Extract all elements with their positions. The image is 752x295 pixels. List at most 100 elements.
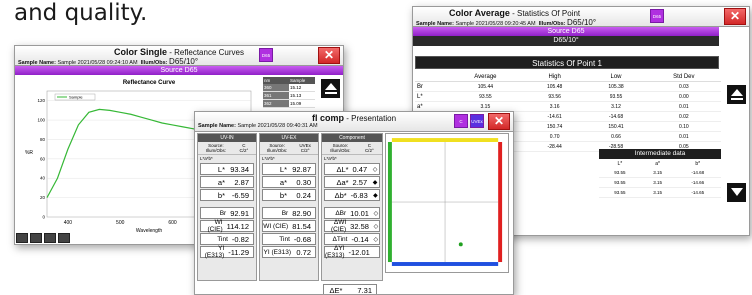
value-row: Δa* 2.57 ◆	[324, 176, 380, 188]
close-button[interactable]: ✕	[318, 47, 340, 64]
table-row: a* 3.15 3.16 3.12 0.01	[415, 101, 721, 112]
table-row: L* 93.55 93.56 93.55 0.00	[415, 91, 721, 102]
sample-point	[458, 242, 463, 247]
value-row: ΔYI (E313) -12.01	[324, 245, 380, 259]
toolbar-button[interactable]	[30, 233, 42, 243]
toolbar-button[interactable]	[16, 233, 28, 243]
scroll-up-button[interactable]	[727, 85, 746, 104]
source-bar: Source D65	[413, 27, 719, 36]
table-cell: 105.44	[446, 81, 524, 92]
value-row: ΔL* 0.47 ◇	[324, 163, 380, 175]
value-row: YI (E313) 0.72	[262, 246, 316, 258]
uvex-mode-button[interactable]: UVEx	[470, 114, 484, 128]
intermediate-title: Intermediate data	[599, 149, 721, 159]
table-cell: Br	[415, 81, 447, 92]
yellow-axis-bar	[391, 138, 499, 142]
measurement-panel: Component Source: Illum/Obs: C C/2° L*a*b* ΔL*…	[321, 133, 383, 281]
close-button[interactable]: ✕	[724, 8, 746, 25]
d65-mode-button[interactable]: D65	[259, 48, 273, 62]
table-cell: -28.44	[523, 141, 586, 152]
col-header: High	[523, 73, 586, 82]
delta-e-row: ΔE* 7.31	[323, 284, 377, 294]
col-header: nm	[264, 78, 271, 83]
scroll-up-button[interactable]	[321, 79, 340, 98]
chart-title: Reflectance Curve	[123, 80, 176, 86]
table-cell: 0.02	[646, 111, 721, 122]
measurement-panel: UV-EX Source: Illum/Obs: UVEx C/2° L*a*b* L* 92…	[259, 133, 319, 281]
d65-mode-button[interactable]: D65	[650, 9, 664, 23]
blue-axis-bar	[391, 262, 499, 266]
y-tick-label: 120	[37, 98, 45, 103]
table-cell: 0.66	[585, 131, 647, 142]
table-row: 360 15.12	[263, 84, 315, 92]
measurement-panel: UV-IN Source: Illum/Obs: C C/2° L*a*b* L* 93.34…	[197, 133, 257, 281]
close-button[interactable]: ✕	[488, 113, 510, 130]
panel-source: Source: Illum/Obs: C C/2°	[198, 142, 256, 155]
window-title: Color Average - Statistics Of Point	[449, 8, 581, 18]
value-row: b* 0.24	[262, 189, 316, 201]
table-row: 362 15.09	[263, 100, 315, 108]
toolbar-button[interactable]	[44, 233, 56, 243]
y-tick-label: 0	[42, 215, 45, 220]
y-tick-label: 20	[40, 195, 46, 200]
table-cell: 93.55	[599, 177, 641, 188]
table-cell: 0.70	[523, 131, 586, 142]
table-cell: 93.55	[599, 168, 641, 178]
legend-label: Sample	[69, 95, 83, 100]
arrow-down-icon	[730, 188, 743, 196]
arrow-up-icon	[324, 83, 337, 90]
page-heading: and quality.	[14, 0, 148, 26]
y-axis-label: %R	[25, 150, 33, 156]
col-header	[415, 73, 447, 82]
table-cell: 93.55	[585, 91, 647, 102]
scroll-down-button[interactable]	[727, 183, 746, 202]
indicator-icon: ◇	[372, 166, 378, 173]
titlebar: Color Average - Statistics Of Point Samp…	[413, 7, 749, 27]
indicator-icon: ◇	[373, 210, 379, 217]
indicator-icon: ◇	[373, 236, 379, 243]
col-header: a*	[655, 161, 660, 167]
color-space-label: L*a*b*	[200, 156, 213, 161]
table-row: 93.55 3.15 -14.65	[599, 187, 721, 198]
intermediate-table: L* a* b* 93.55 3.15 -14.68 93.55 3.15 -14.66 93.…	[599, 160, 721, 198]
table-cell: 0.10	[646, 121, 721, 132]
table-cell: 105.38	[585, 81, 647, 92]
table-cell: 105.48	[523, 81, 586, 92]
table-cell: -14.68	[674, 168, 721, 178]
table-cell: 3.15	[446, 101, 524, 112]
titlebar: Color Single - Reflectance Curves Sample…	[15, 46, 343, 66]
green-axis-bar	[387, 142, 392, 263]
sample-name-line: Sample Name: Sample 2021/05/28 09:24:10 …	[18, 57, 199, 66]
table-cell: L*	[415, 91, 447, 102]
value-row: ΔTint -0.14 ◇	[324, 233, 380, 245]
panel-source: Source: Illum/Obs: C C/2°	[322, 142, 382, 155]
fl-comp-window: fl comp - Presentation Sample Name: Samp…	[194, 111, 514, 295]
toolbar-button[interactable]	[58, 233, 70, 243]
table-cell: -14.65	[674, 187, 721, 198]
table-cell: 0.03	[646, 81, 721, 92]
footer-toolbar	[16, 233, 70, 243]
panel-header: UV-IN	[198, 134, 256, 142]
table-row: 361 15.13	[263, 92, 315, 100]
x-tick-label: 500	[116, 220, 125, 226]
illum-bar: D65/10°	[413, 36, 719, 46]
table-cell: 150.74	[523, 121, 586, 132]
table-cell: -14.66	[674, 177, 721, 188]
table-cell: 0.01	[646, 131, 721, 142]
value-row: Δb* -6.83 ◆	[324, 189, 380, 201]
table-cell: 93.55	[446, 91, 524, 102]
table-cell: 0.01	[646, 101, 721, 112]
sample-name-line: Sample Name: Sample 2021/05/28 09:40:31 …	[198, 123, 318, 129]
value-row: L* 92.87	[262, 163, 316, 175]
value-row: ΔWI (CIE) 32.58 ◇	[324, 219, 380, 233]
color-difference-plot	[385, 133, 509, 273]
col-header: Sample	[290, 78, 306, 83]
value-row: b* -6.59	[200, 189, 254, 201]
value-row: a* 0.30	[262, 176, 316, 188]
table-row: 93.55 3.15 -14.68	[599, 168, 721, 178]
sample-name-line: Sample Name: Sample 2021/05/28 09:20:45 …	[416, 18, 597, 27]
c-mode-button[interactable]: C	[454, 114, 468, 128]
table-cell: 3.15	[640, 187, 675, 198]
arrow-up-icon	[730, 89, 743, 96]
value-row: Tint -0.82	[200, 233, 254, 245]
